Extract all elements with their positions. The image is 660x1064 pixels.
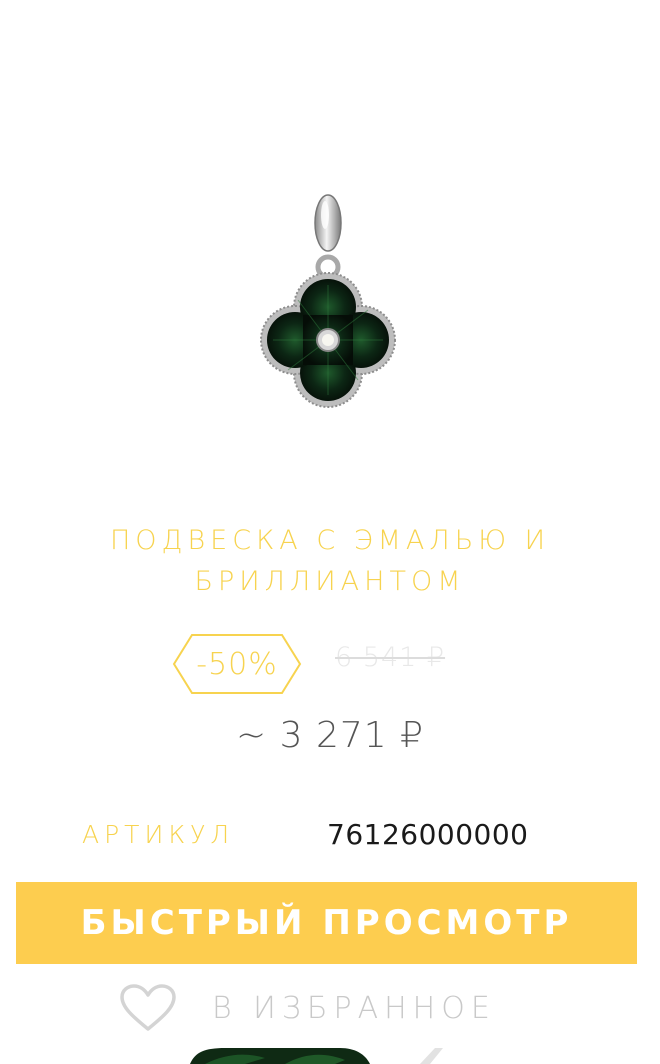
old-price: 6 541 ₽ — [335, 642, 446, 673]
next-product-image-peek[interactable] — [185, 1048, 475, 1064]
discount-value: -50% — [196, 646, 278, 682]
pendant-image — [260, 194, 396, 408]
favorites-label: В ИЗБРАННОЕ — [212, 990, 496, 1026]
sku-label: АРТИКУЛ — [82, 820, 235, 849]
product-image[interactable] — [230, 185, 430, 425]
next-product-image — [190, 1048, 443, 1064]
product-title-line1: ПОДВЕСКА С ЭМАЛЬЮ И — [109, 525, 551, 556]
quick-view-button[interactable]: БЫСТРЫЙ ПРОСМОТР — [16, 882, 637, 964]
current-price: ~ 3 271 ₽ — [235, 715, 424, 756]
heart-icon — [120, 984, 176, 1031]
add-to-favorites-button[interactable]: В ИЗБРАННОЕ — [118, 980, 548, 1036]
discount-badge: -50% — [172, 633, 302, 695]
product-title[interactable]: ПОДВЕСКА С ЭМАЛЬЮ И БРИЛЛИАНТОМ — [40, 520, 620, 602]
sku-value: 76126000000 — [327, 818, 529, 851]
product-title-line2: БРИЛЛИАНТОМ — [194, 566, 466, 597]
